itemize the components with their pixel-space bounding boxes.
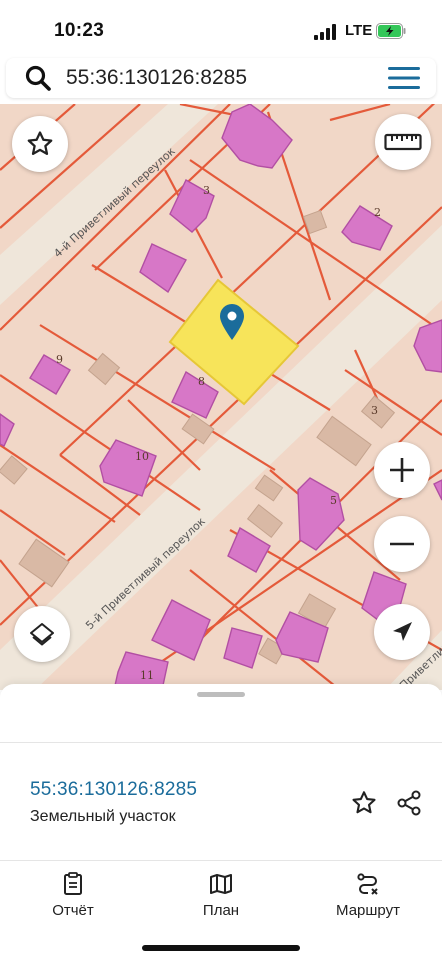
share-icon [397,790,421,816]
house-number: 9 [56,353,63,366]
house-number: 3 [203,184,210,197]
parcel-bottom-sheet[interactable]: 55:36:130126:8285 Земельный участок Отчё… [0,684,442,960]
house-number: 8 [198,375,205,388]
nav-route-label: Маршрут [336,902,400,919]
plus-icon [390,458,414,482]
house-number: 3 [371,404,378,417]
house-number: 11 [140,669,154,682]
status-bar: 10:23 LTE [0,0,442,56]
favorite-parcel-button[interactable] [347,786,381,820]
map-icon [210,874,232,894]
network-type: LTE [345,22,373,39]
zoom-in-button[interactable] [374,442,430,498]
nav-report-label: Отчёт [52,902,94,919]
navigation-arrow-icon [393,622,412,641]
ruler-button[interactable] [375,114,431,170]
layers-icon [30,623,54,646]
report-icon [64,872,82,895]
locate-button[interactable] [374,604,430,660]
layers-button[interactable] [14,606,70,662]
nav-plan[interactable]: План [166,872,276,922]
house-number: 5 [330,494,337,507]
ruler-icon [384,133,422,151]
parcel-type: Земельный участок [30,808,176,825]
zoom-out-button[interactable] [374,516,430,572]
hamburger-menu-icon[interactable] [388,66,420,90]
nav-report[interactable]: Отчёт [18,872,128,922]
divider [0,860,442,861]
map-canvas[interactable]: 3 2 9 8 3 10 5 11 4-й Приветливый переул… [0,104,442,690]
share-button[interactable] [392,786,426,820]
parcel-cadastral-number[interactable]: 55:36:130126:8285 [30,779,197,801]
cadastral-map[interactable]: 3 2 9 8 3 10 5 11 4-й Приветливый переул… [0,104,442,690]
signal-icon [314,24,336,40]
star-outline-icon [27,131,53,155]
route-icon [357,873,378,895]
battery-icon [376,23,406,39]
home-indicator[interactable] [142,945,300,951]
favorite-button[interactable] [12,116,68,172]
search-icon[interactable] [24,64,52,92]
status-time: 10:23 [54,20,105,41]
sheet-drag-handle[interactable] [197,692,245,697]
minus-icon [390,542,414,546]
house-number: 10 [135,450,149,463]
search-query[interactable]: 55:36:130126:8285 [66,66,247,90]
nav-plan-label: План [202,902,240,919]
house-number: 2 [374,206,381,219]
star-outline-icon [352,791,376,814]
divider [0,742,442,743]
nav-route[interactable]: Маршрут [313,872,423,922]
search-bar[interactable]: 55:36:130126:8285 [6,58,436,98]
